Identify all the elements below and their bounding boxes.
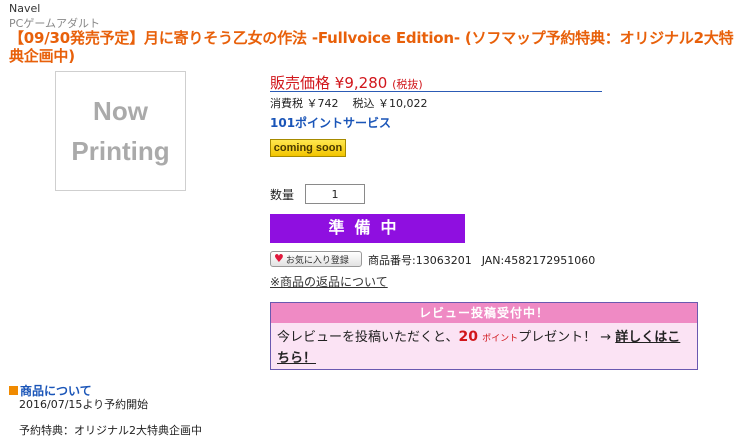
- review-text-after: プレゼント！ →: [518, 330, 616, 345]
- product-ids: 商品番号:13063201 JAN:4582172951060: [368, 252, 595, 268]
- tax-line: 消費税 ￥742 税込 ￥10,022: [270, 95, 428, 111]
- add-favorite-button[interactable]: ♥ お気に入り登録: [270, 251, 362, 267]
- about-reservation-start: 2016/07/15より予約開始: [19, 398, 149, 411]
- placeholder-line1: Now: [93, 96, 148, 126]
- placeholder-line2: Printing: [71, 136, 170, 166]
- price-tax-note: (税抜): [392, 78, 423, 91]
- price-row: 販売価格 ¥9,280 (税抜): [270, 72, 602, 92]
- preparing-button[interactable]: 準備中: [270, 214, 465, 243]
- brand-label[interactable]: Navel: [9, 2, 40, 15]
- coming-soon-badge: coming soon: [270, 139, 346, 157]
- consumption-tax: 消費税 ￥742: [270, 97, 339, 110]
- review-text-before: 今レビューを投稿いただくと、: [277, 330, 459, 345]
- quantity-label: 数量: [270, 188, 295, 202]
- product-title: 【09/30発売予定】月に寄りそう乙女の作法 -Fullvoice Editio…: [9, 29, 734, 65]
- quantity-input[interactable]: [305, 184, 365, 204]
- product-image-placeholder: Now Printing: [55, 71, 186, 191]
- price-value: ¥9,280: [334, 74, 388, 92]
- review-promo-box: レビュー投稿受付中！ 今レビューを投稿いただくと、20 ポイントプレゼント！ →…: [270, 302, 698, 370]
- return-policy-link[interactable]: ※商品の返品について: [270, 273, 388, 290]
- orange-square-icon: [9, 386, 18, 395]
- product-number: 商品番号:13063201: [368, 254, 472, 267]
- jan-code: JAN:4582172951060: [481, 254, 596, 267]
- tax-included-price: 税込 ￥10,022: [352, 97, 428, 110]
- favorite-label: お気に入り登録: [285, 255, 349, 266]
- review-header: レビュー投稿受付中！: [271, 303, 697, 323]
- points-service-link[interactable]: 101ポイントサービス: [270, 114, 391, 131]
- about-reservation-bonus: 予約特典：オリジナル2大特典企画中: [19, 424, 202, 437]
- review-points: 20: [458, 329, 478, 345]
- review-body: 今レビューを投稿いただくと、20 ポイントプレゼント！ → 詳しくはこちら！: [271, 323, 697, 368]
- heart-icon: ♥: [274, 252, 284, 265]
- review-points-unit: ポイント: [482, 334, 519, 344]
- price-label: 販売価格: [270, 74, 331, 92]
